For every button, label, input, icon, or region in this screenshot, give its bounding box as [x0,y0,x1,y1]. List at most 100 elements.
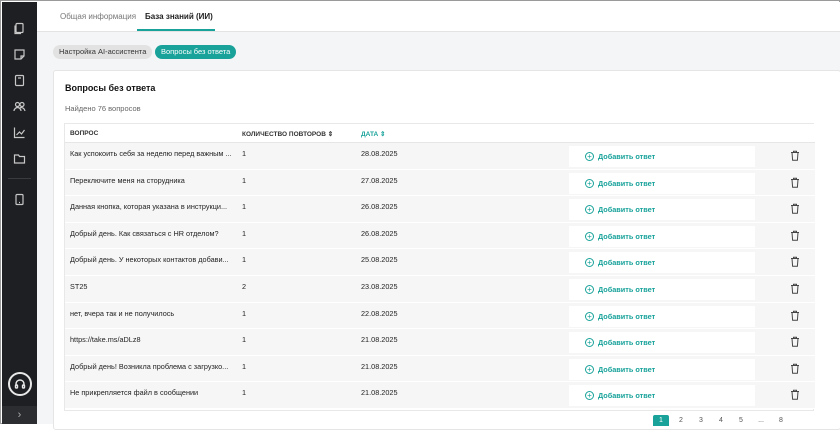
window: › Общая информация База знаний (ИИ) Наст… [0,0,840,430]
table-row: Как успокоить себя за неделю перед важны… [65,143,815,170]
plus-circle-icon: + [585,364,594,374]
add-answer-label: Добавить ответ [598,258,656,268]
add-answer-button[interactable]: + Добавить ответ [569,385,755,407]
chevron-right-icon: › [17,409,22,421]
question-date: 21.08.2025 [361,335,398,345]
page-button[interactable]: 2 [673,415,689,426]
repeat-count: 2 [242,282,247,291]
repeat-count: 1 [242,361,247,371]
repeat-count: 1 [242,149,247,158]
add-answer-button[interactable]: + Добавить ответ [569,146,755,167]
question-date: 25.08.2025 [361,255,398,265]
trash-icon[interactable] [790,203,800,214]
trash-icon[interactable] [790,150,800,161]
add-answer-button[interactable]: + Добавить ответ [569,358,755,380]
page-button[interactable]: 8 [773,415,789,426]
question-date: 21.08.2025 [361,361,398,371]
subtab-ai-assistant-settings[interactable]: Настройка AI-ассистента [53,45,153,59]
support-headset-button[interactable] [8,372,32,396]
plus-circle-icon: + [585,338,594,348]
plus-circle-icon: + [585,258,594,268]
column-header-question: ВОПРОС [70,130,99,137]
add-answer-label: Добавить ответ [598,231,656,241]
trash-icon[interactable] [790,363,800,374]
add-answer-label: Добавить ответ [598,391,656,401]
add-answer-button[interactable]: + Добавить ответ [569,225,755,247]
chart-icon[interactable] [13,126,26,139]
repeat-count: 1 [242,335,247,345]
tab-knowledge-base[interactable]: База знаний (ИИ) [145,12,213,21]
repeat-count: 1 [242,308,247,318]
repeat-count: 1 [242,388,247,398]
repeat-count: 1 [242,255,247,265]
book-icon[interactable] [13,74,26,87]
add-answer-label: Добавить ответ [598,338,656,348]
question-date: 21.08.2025 [361,388,398,398]
add-answer-label: Добавить ответ [598,364,656,374]
page-button[interactable]: 3 [693,415,709,426]
question-date: 26.08.2025 [361,228,398,238]
table-row: https://take.ms/aDLz8 1 21.08.2025 + Добавит… [65,329,815,356]
trash-icon[interactable] [790,283,800,294]
repeat-count: 1 [242,202,247,212]
questions-table: ВОПРОС КОЛИЧЕСТВО ПОВТОРОВ ⇕ ДАТА ⇕ Как … [64,123,815,411]
plus-circle-icon: + [585,152,594,161]
folder-icon[interactable] [13,152,26,165]
plus-circle-icon: + [585,205,594,215]
add-answer-label: Добавить ответ [598,152,656,161]
page-button[interactable]: 5 [733,415,749,426]
table-row: нет, вчера так и не получилось 1 22.08.202… [65,302,815,330]
question-text: Добрый день. У некоторых контактов добав… [70,255,229,265]
sidebar: › [2,2,37,424]
tablet-icon[interactable] [13,193,26,206]
unanswered-questions-card: Вопросы без ответа Найдено 76 вопросов В… [53,70,840,430]
plus-circle-icon: + [585,178,594,188]
add-answer-button[interactable]: + Добавить ответ [569,332,755,354]
trash-icon[interactable] [790,230,800,241]
question-text: Как успокоить себя за неделю перед важны… [70,149,232,158]
question-text: Добрый день. Как связаться с HR отделом? [70,228,219,238]
trash-icon[interactable] [790,310,800,321]
card-title: Вопросы без ответа [65,83,156,93]
table-row: Переключите меня на сторудника 1 27.08.202… [65,169,815,197]
tab-general-info[interactable]: Общая информация [60,12,136,21]
active-tab-indicator [137,29,215,31]
plus-circle-icon: + [585,231,594,241]
expand-sidebar-button[interactable]: › [2,406,37,424]
repeat-count: 1 [242,228,247,238]
question-date: 28.08.2025 [361,149,398,158]
question-text: Данная кнопка, которая указана в инструк… [70,202,228,212]
subtab-unanswered-questions[interactable]: Вопросы без ответа [155,45,237,59]
column-header-count[interactable]: КОЛИЧЕСТВО ПОВТОРОВ ⇕ [242,130,333,138]
trash-icon[interactable] [790,389,800,401]
main-content: Общая информация База знаний (ИИ) Настро… [37,2,840,430]
trash-icon[interactable] [790,336,800,347]
column-header-date[interactable]: ДАТА ⇕ [361,130,386,138]
question-date: 22.08.2025 [361,308,398,318]
question-date: 27.08.2025 [361,175,398,185]
users-icon[interactable] [13,100,26,113]
add-answer-button[interactable]: + Добавить ответ [569,172,755,194]
question-text: Добрый день! Возникла проблема с загрузк… [70,361,229,371]
note-icon[interactable] [13,48,26,61]
question-text: Не прикрепляется файл в сообщении [70,388,199,398]
plus-circle-icon: + [585,311,594,321]
tab-bar: Общая информация База знаний (ИИ) [37,2,840,32]
page-button[interactable]: 1 [653,415,669,426]
add-answer-button[interactable]: + Добавить ответ [569,199,755,221]
table-row: Добрый день. У некоторых контактов добав… [65,249,815,276]
question-date: 23.08.2025 [361,282,398,291]
headset-icon [14,379,26,389]
page-button[interactable]: 4 [713,415,729,426]
table-row: Не прикрепляется файл в сообщении 1 21.08.… [65,382,815,409]
add-answer-button[interactable]: + Добавить ответ [569,305,755,327]
document-icon[interactable] [13,22,26,35]
plus-circle-icon: + [585,391,594,401]
trash-icon[interactable] [790,256,800,268]
question-date: 26.08.2025 [361,202,398,212]
add-answer-button[interactable]: + Добавить ответ [569,279,755,300]
page-button[interactable]: ... [753,415,769,426]
trash-icon[interactable] [790,177,800,188]
add-answer-button[interactable]: + Добавить ответ [569,252,755,274]
add-answer-label: Добавить ответ [598,311,656,321]
